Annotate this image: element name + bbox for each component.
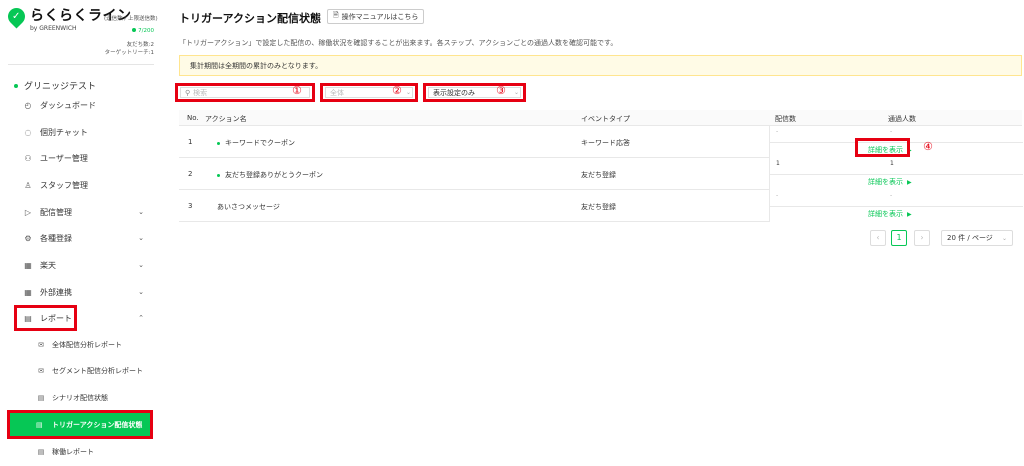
sidebar-item-staff[interactable]: ♙ スタッフ管理 (22, 178, 148, 192)
detail-highlight-box (855, 138, 910, 157)
header-passed-count: 通過人数 (888, 115, 916, 123)
users-icon: ⚇ (24, 153, 32, 163)
cell-no: 2 (188, 170, 193, 178)
store-icon: ▦ (24, 260, 32, 270)
header-sent-count: 配信数 (775, 115, 796, 123)
caret-right-icon: ▶ (907, 210, 912, 218)
sub-item-scenario-status[interactable]: ▤ シナリオ配信状態 (36, 391, 108, 405)
sidebar: ✓ らくらくライン by GREENWICH (送信数 / 上限送信数) 7/2… (0, 0, 160, 466)
per-page-select[interactable]: 20 件 / ページ ⌄ (941, 230, 1013, 246)
prev-page-button[interactable]: ‹ (870, 230, 886, 246)
brand-by: by GREENWICH (30, 25, 77, 32)
chevron-down-icon: ⌄ (405, 89, 411, 96)
chevron-down-icon: ⌄ (1001, 234, 1007, 242)
notice-banner: 集計期間は全期間の累計のみとなります。 (179, 55, 1022, 76)
marker-2: ② (392, 84, 402, 97)
next-page-button[interactable]: › (914, 230, 930, 246)
page-title: トリガーアクション配信状態 (179, 12, 322, 25)
table-header: No. アクション名 イベントタイプ 配信数 通過人数 (179, 110, 1022, 126)
chevron-down-icon: ⌄ (138, 288, 144, 296)
sub-item-segment-report[interactable]: ✉ セグメント配信分析レポート (36, 364, 143, 378)
mail-icon: ✉ (38, 341, 44, 349)
manual-button[interactable]: 🗎 操作マニュアルはこちら (327, 9, 425, 24)
chevron-down-icon: ⌄ (513, 89, 519, 96)
sub-item-overall-report[interactable]: ✉ 全体配信分析レポート (36, 338, 122, 352)
marker-3: ③ (496, 84, 506, 97)
cell-no: 1 (188, 138, 193, 146)
chevron-up-icon: ⌃ (138, 314, 144, 322)
doc-icon: ▤ (36, 421, 43, 429)
sent-count: - (776, 192, 779, 199)
doc-icon: ▤ (37, 394, 45, 402)
friend-count: 友だち数:2 (126, 42, 154, 48)
sub-item-operation-report[interactable]: ▤ 稼働レポート (36, 445, 94, 459)
account-name[interactable]: グリニッジテスト (14, 79, 96, 92)
mail-icon: ✉ (38, 367, 44, 375)
link-icon: ▦ (24, 287, 32, 297)
chevron-down-icon: ⌄ (138, 234, 144, 242)
target-reach: ターゲットリーチ:1 (104, 50, 154, 56)
marker-1: ① (292, 84, 302, 97)
marker-4: ④ (923, 140, 933, 153)
count-cell: - - 詳細を表示 ▶ (769, 190, 1023, 222)
header-event-type: イベントタイプ (581, 115, 630, 123)
count-cell: 1 1 詳細を表示 ▶ (769, 158, 1023, 190)
page-button-current[interactable]: 1 (891, 230, 907, 246)
cell-event-type: 友だち登録 (581, 203, 616, 211)
cell-action-name: あいさつメッセージ (217, 203, 280, 211)
doc-icon: ▤ (37, 448, 45, 456)
chat-icon: ◌ (24, 127, 32, 137)
sidebar-item-integration[interactable]: ▦ 外部連携 ⌄ (22, 285, 148, 299)
status-dot (217, 173, 220, 177)
detail-link[interactable]: 詳細を表示 ▶ (868, 177, 912, 187)
person-icon: ♙ (24, 180, 32, 190)
cell-no: 3 (188, 202, 193, 210)
search-icon: ⚲ (185, 88, 191, 97)
cell-action-name: キーワードでクーポン (217, 138, 295, 148)
cell-action-name: 友だち登録ありがとうクーポン (217, 170, 323, 180)
cell-event-type: 友だち登録 (581, 171, 616, 179)
sidebar-item-users[interactable]: ⚇ ユーザー管理 (22, 151, 148, 165)
send-icon: ▷ (24, 207, 32, 217)
sidebar-item-chat[interactable]: ◌ 個別チャット (22, 125, 148, 139)
display-select-highlight: 表示設定のみ ⌄ (423, 83, 526, 102)
main-content: トリガーアクション配信状態 🗎 操作マニュアルはこちら 「トリガーアクション」で設… (165, 0, 1024, 466)
header-action-name: アクション名 (205, 115, 247, 123)
chevron-down-icon: ⌄ (138, 261, 144, 269)
chevron-down-icon: ⌄ (138, 208, 144, 216)
sidebar-item-dashboard[interactable]: ◴ ダッシュボード (22, 98, 148, 112)
sent-count: - (776, 128, 779, 135)
page-description: 「トリガーアクション」で設定した配信の、稼働状況を確認することが出来ます。各ステ… (179, 39, 618, 47)
report-highlight-box (14, 305, 77, 331)
passed-count: 1 (890, 160, 894, 167)
detail-link[interactable]: 詳細を表示 ▶ (868, 209, 912, 219)
event-select-highlight: 全体 ⌄ (320, 83, 418, 102)
divider (8, 64, 154, 65)
header-no: No. (187, 114, 199, 122)
gauge-icon: ◴ (24, 100, 32, 110)
send-limit-label: (送信数 / 上限送信数) (104, 16, 158, 22)
caret-right-icon: ▶ (907, 178, 912, 186)
logo-pin-icon: ✓ (4, 4, 29, 30)
sidebar-item-delivery[interactable]: ▷ 配信管理 ⌄ (22, 205, 148, 219)
cell-event-type: キーワード応答 (581, 139, 630, 147)
gear-icon: ⚙ (24, 233, 32, 243)
display-setting-select[interactable]: 表示設定のみ (428, 87, 521, 98)
passed-count: - (890, 192, 893, 199)
search-input[interactable]: ⚲ 検索 (180, 87, 310, 98)
status-dot (217, 141, 220, 145)
sidebar-item-register[interactable]: ⚙ 各種登録 ⌄ (22, 231, 148, 245)
table-row: 2 友だち登録ありがとうクーポン 友だち登録 1 1 詳細を表示 ▶ (179, 158, 1023, 190)
document-icon: 🗎 (333, 11, 339, 19)
app-root: ✓ らくらくライン by GREENWICH (送信数 / 上限送信数) 7/2… (0, 0, 1024, 466)
sent-count: 1 (776, 160, 780, 167)
table-row: 3 あいさつメッセージ 友だち登録 - - 詳細を表示 ▶ (179, 190, 1023, 222)
passed-count: - (890, 128, 893, 135)
send-count: 7/200 (132, 28, 154, 34)
sidebar-item-rakuten[interactable]: ▦ 楽天 ⌄ (22, 258, 148, 272)
sub-item-trigger-status[interactable]: ▤ トリガーアクション配信状態 (36, 417, 142, 433)
